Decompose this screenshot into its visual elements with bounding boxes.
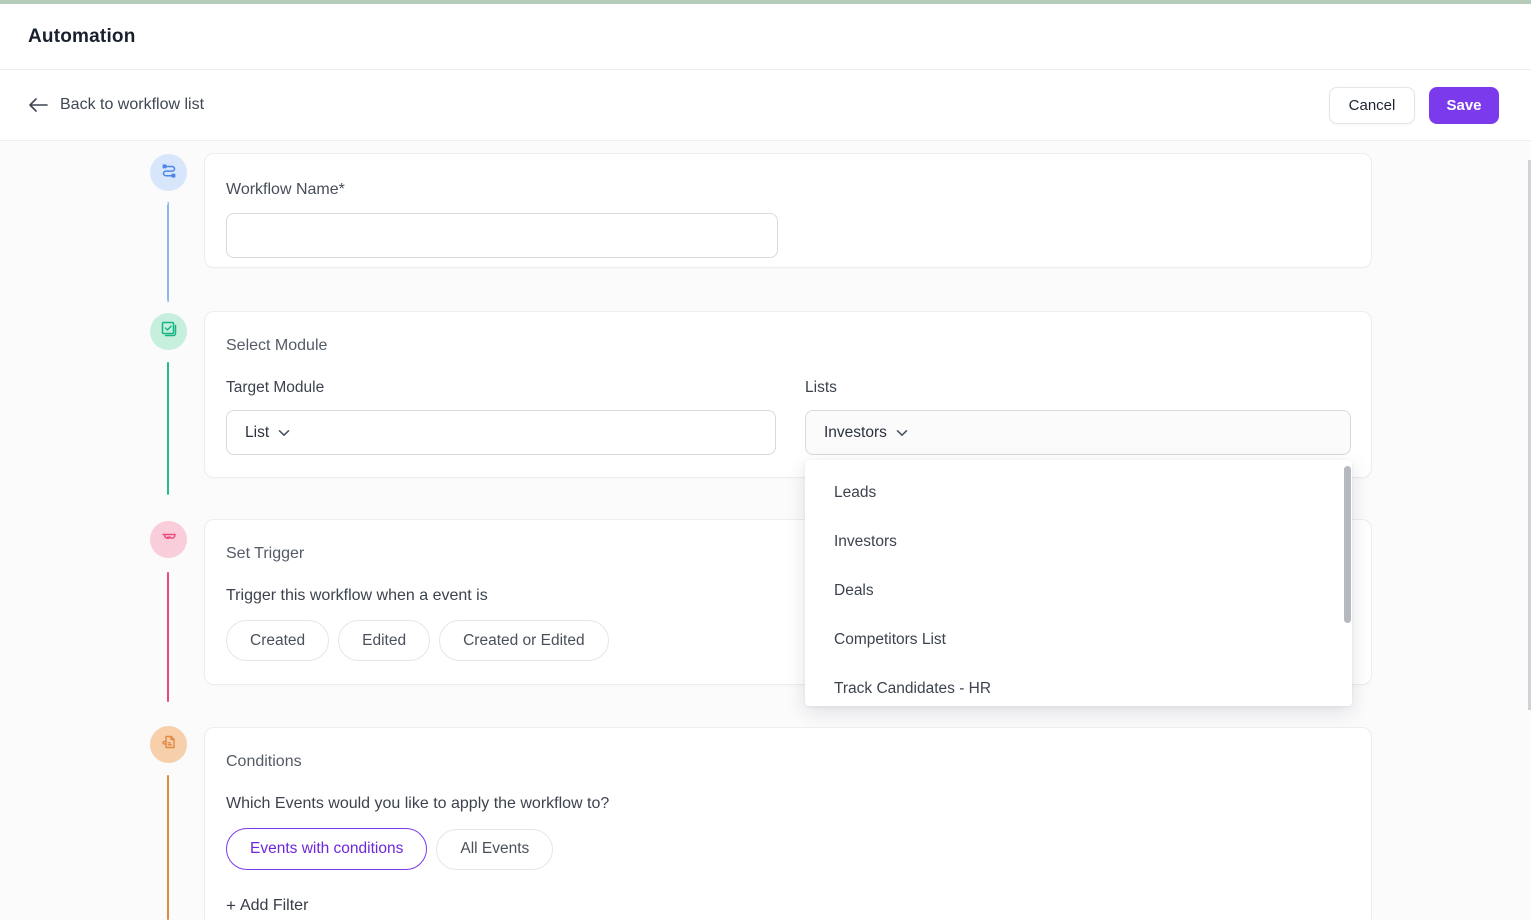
lists-option-competitors-list[interactable]: Competitors List [805, 615, 1352, 664]
conditions-option-all-events[interactable]: All Events [436, 829, 553, 870]
conditions-step-icon [150, 726, 187, 763]
connector-line-orange [167, 775, 169, 920]
add-filter-button[interactable]: + Add Filter [226, 896, 308, 916]
lists-option-investors[interactable]: Investors [805, 517, 1352, 566]
set-trigger-step-icon [150, 521, 187, 558]
target-module-select[interactable]: List [226, 410, 776, 455]
cancel-button[interactable]: Cancel [1329, 87, 1415, 124]
workflow-route-icon [160, 161, 178, 184]
select-module-step-icon [150, 313, 187, 350]
trigger-option-edited[interactable]: Edited [338, 620, 430, 661]
connector-line-green [167, 362, 169, 495]
select-module-card: Select Module Target Module List Lists I… [204, 311, 1372, 478]
top-accent-strip [0, 0, 1531, 4]
chevron-down-icon [896, 424, 908, 442]
check-square-icon [160, 320, 178, 343]
save-button[interactable]: Save [1429, 87, 1499, 124]
conditions-card: Conditions Which Events would you like t… [204, 727, 1372, 920]
lists-option-deals[interactable]: Deals [805, 566, 1352, 615]
chevron-down-icon [278, 424, 290, 442]
lists-select-value: Investors [824, 424, 887, 442]
page-title: Automation [28, 26, 136, 48]
trigger-option-created-or-edited[interactable]: Created or Edited [439, 620, 609, 661]
trigger-option-created[interactable]: Created [226, 620, 329, 661]
workflow-step-icon [150, 154, 187, 191]
lists-option-leads[interactable]: Leads [805, 468, 1352, 517]
page-header: Automation [0, 4, 1531, 70]
trigger-icon [160, 528, 178, 551]
lists-label: Lists [805, 379, 1351, 397]
dropdown-scrollbar[interactable] [1344, 466, 1351, 623]
connector-line-blue [167, 202, 169, 302]
back-to-workflow-list-link[interactable]: Back to workflow list [28, 96, 204, 114]
select-module-title: Select Module [226, 337, 1351, 355]
automation-page: Automation Back to workflow list Cancel … [0, 0, 1531, 920]
lists-option-track-candidates-hr[interactable]: Track Candidates - HR [805, 664, 1352, 706]
target-module-value: List [245, 424, 269, 442]
document-filter-icon [160, 733, 178, 756]
workflow-name-label: Workflow Name* [226, 181, 1351, 199]
conditions-option-events-with-conditions[interactable]: Events with conditions [226, 828, 427, 870]
lists-dropdown-menu: Leads Investors Deals Competitors List T… [805, 460, 1352, 706]
workflow-name-card: Workflow Name* [204, 153, 1372, 268]
back-arrow-icon [28, 98, 48, 112]
plus-icon: + [226, 896, 236, 916]
action-toolbar: Back to workflow list Cancel Save [0, 70, 1531, 141]
workflow-name-input[interactable] [226, 213, 778, 258]
add-filter-label: Add Filter [240, 897, 308, 915]
lists-select[interactable]: Investors [805, 410, 1351, 455]
back-link-label: Back to workflow list [60, 96, 204, 114]
connector-line-pink [167, 572, 169, 702]
conditions-question: Which Events would you like to apply the… [226, 795, 1351, 813]
target-module-label: Target Module [226, 379, 784, 397]
conditions-title: Conditions [226, 753, 1351, 771]
